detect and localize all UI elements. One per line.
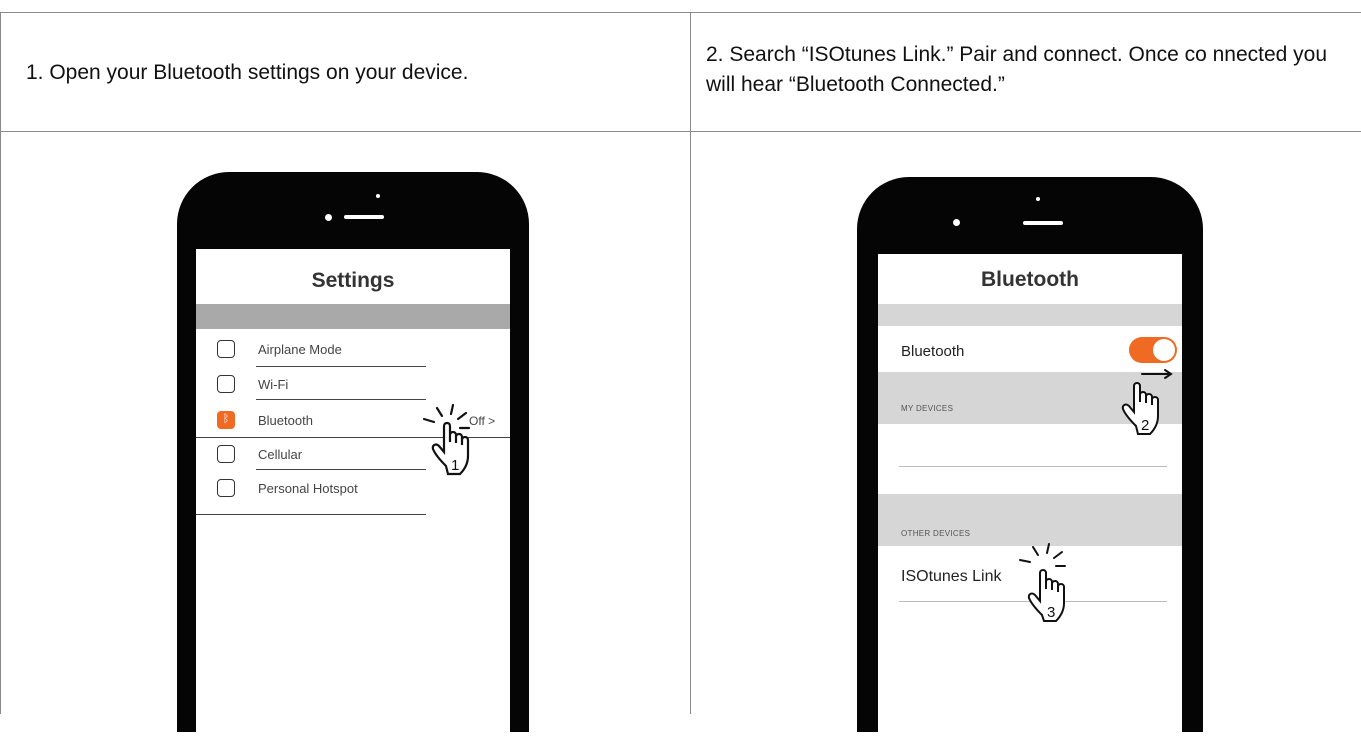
sensor-dot-icon [376,194,380,198]
checkbox-icon [217,445,235,463]
device-isotunes-link: ISOtunes Link [901,568,1002,585]
settings-row-airplane-mode: Airplane Mode [258,342,342,357]
phone-illustration-bluetooth: Bluetooth Bluetooth MY DEVICES OTHER DEV… [857,177,1203,754]
settings-row-cellular: Cellular [258,447,303,462]
swipe-hand-icon: 2 [1121,369,1173,435]
speaker-icon [1023,221,1063,225]
checkbox-icon [217,479,235,497]
settings-row-personal-hotspot: Personal Hotspot [258,481,358,496]
screen-title: Bluetooth [981,268,1079,291]
section-band [196,304,510,329]
hand-number: 1 [451,457,459,474]
tap-hand-icon: 3 [1019,543,1066,622]
sensor-dot-icon [1036,197,1040,201]
settings-row-bluetooth: Bluetooth [258,413,313,428]
settings-row-wifi: Wi-Fi [258,377,289,392]
hand-number: 3 [1047,604,1055,621]
step-1-caption: 1. Open your Bluetooth settings on your … [26,61,469,84]
divider [256,399,426,400]
phone-illustration-settings: Settings Airplane Mode Wi-Fi ᛒ Bluetooth… [177,172,529,749]
section-band [878,304,1182,326]
toggle-knob [1153,339,1175,361]
bluetooth-toggle [1129,337,1177,363]
tap-hand-icon: 1 [422,404,471,476]
settings-screen: Settings Airplane Mode Wi-Fi ᛒ Bluetooth… [196,249,510,749]
screen-title: Settings [311,269,395,292]
divider [899,466,1167,467]
checkbox-icon [217,340,235,358]
table-divider-horizontal [0,131,1361,132]
instruction-table: 1. Open your Bluetooth settings on your … [0,0,1361,754]
divider [196,514,426,515]
table-divider-vertical [690,12,691,714]
other-devices-band [878,494,1182,546]
divider [256,469,426,470]
camera-icon [325,214,332,221]
checkbox-icon [217,375,235,393]
bluetooth-toggle-label: Bluetooth [901,343,965,360]
speaker-icon [344,215,384,219]
table-border-left [0,12,1,714]
my-devices-header: MY DEVICES [901,404,954,413]
camera-icon [953,219,960,226]
hand-number: 2 [1141,417,1149,434]
divider [256,366,426,367]
bluetooth-icon: ᛒ [217,411,235,429]
other-devices-header: OTHER DEVICES [901,529,971,538]
step-2-caption: 2. Search “ISOtunes Link.” Pair and conn… [706,43,1328,96]
table-border-top [0,12,1361,13]
bluetooth-screen: Bluetooth Bluetooth MY DEVICES OTHER DEV… [878,254,1182,754]
